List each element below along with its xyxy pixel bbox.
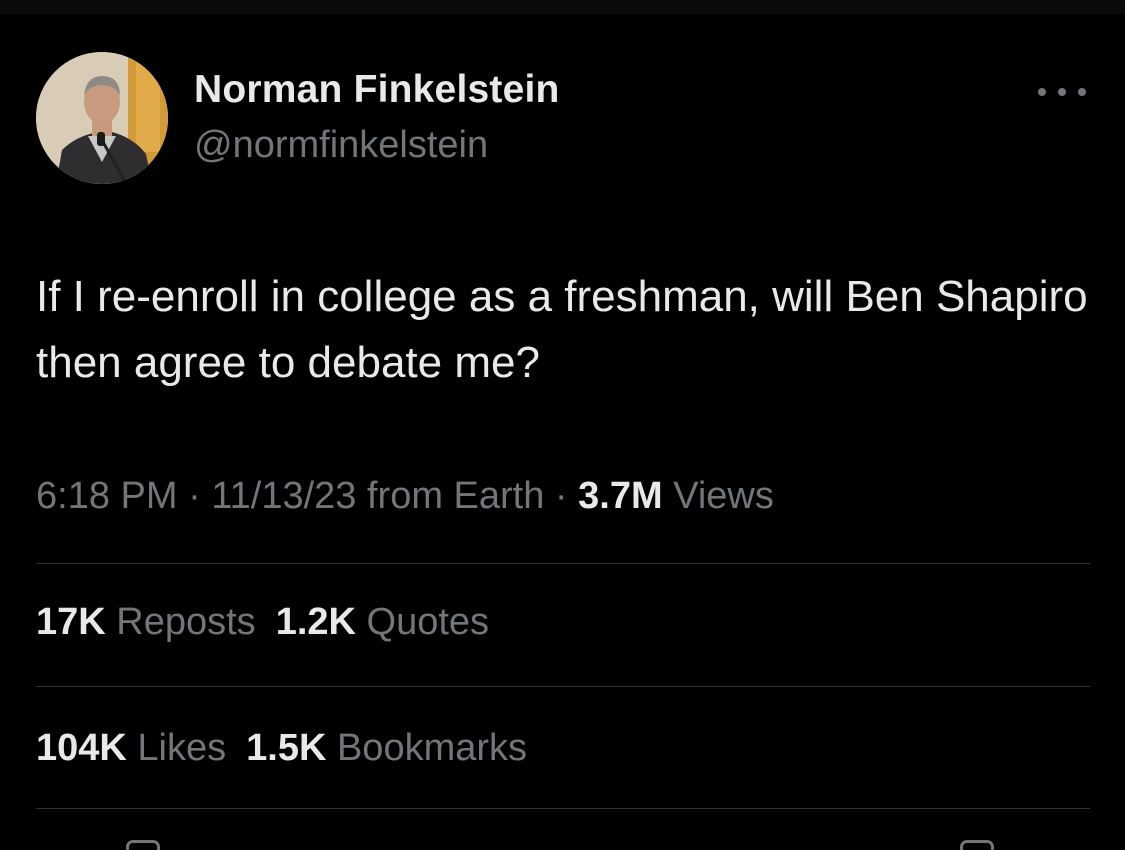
avatar[interactable] bbox=[36, 52, 168, 184]
quotes-count: 1.2K bbox=[275, 601, 356, 643]
tweet-time[interactable]: 6:18 PM bbox=[36, 475, 178, 517]
divider bbox=[36, 563, 1090, 564]
user-handle[interactable]: @normfinkelstein bbox=[194, 124, 488, 167]
more-dot bbox=[1038, 88, 1046, 96]
stats-row-likes-bookmarks: 104K Likes 1.5K Bookmarks bbox=[36, 727, 547, 770]
bookmarks-stat[interactable]: 1.5K Bookmarks bbox=[246, 727, 527, 769]
display-name[interactable]: Norman Finkelstein bbox=[194, 68, 560, 112]
reposts-label: Reposts bbox=[105, 601, 256, 643]
meta-separator: · bbox=[544, 475, 579, 517]
likes-stat[interactable]: 104K Likes bbox=[36, 727, 226, 769]
divider bbox=[36, 808, 1090, 809]
reply-icon[interactable] bbox=[126, 840, 160, 850]
tweet-date[interactable]: 11/13/23 bbox=[211, 475, 356, 517]
meta-separator: · bbox=[177, 475, 212, 517]
likes-count: 104K bbox=[36, 727, 127, 769]
share-icon[interactable] bbox=[960, 840, 994, 850]
more-options-icon[interactable] bbox=[1038, 80, 1086, 104]
stats-row-reposts-quotes: 17K Reposts 1.2K Quotes bbox=[36, 601, 509, 644]
quotes-label: Quotes bbox=[355, 601, 490, 643]
likes-label: Likes bbox=[126, 727, 227, 769]
more-dot bbox=[1078, 88, 1086, 96]
more-dot bbox=[1058, 88, 1066, 96]
profile-photo-icon bbox=[36, 52, 168, 184]
reposts-count: 17K bbox=[36, 601, 106, 643]
tweet-source: from Earth bbox=[356, 475, 545, 517]
views-label: Views bbox=[662, 475, 774, 517]
bookmarks-count: 1.5K bbox=[246, 727, 327, 769]
reposts-stat[interactable]: 17K Reposts bbox=[36, 601, 256, 643]
status-bar-strip bbox=[0, 0, 1125, 14]
bookmarks-label: Bookmarks bbox=[326, 727, 528, 769]
divider bbox=[36, 686, 1090, 687]
quotes-stat[interactable]: 1.2K Quotes bbox=[276, 601, 489, 643]
views-count[interactable]: 3.7M bbox=[578, 475, 662, 517]
tweet-meta: 6:18 PM · 11/13/23 from Earth · 3.7M Vie… bbox=[36, 475, 774, 518]
tweet-text: If I re-enroll in college as a freshman,… bbox=[36, 272, 1088, 387]
